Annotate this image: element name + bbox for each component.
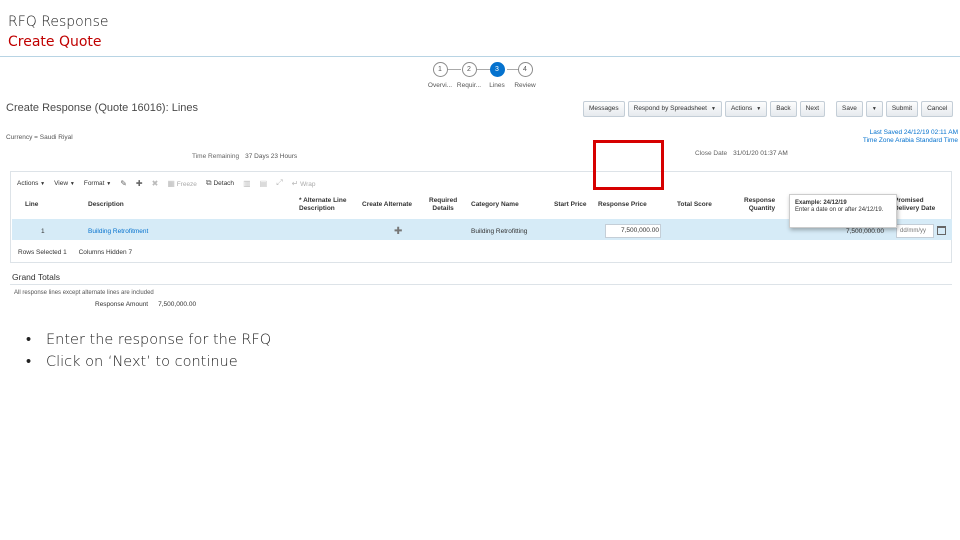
- last-saved-info: Last Saved 24/12/19 02:11 AM Time Zone A…: [863, 129, 958, 145]
- instruction-item: Enter the response for the RFQ: [26, 329, 271, 351]
- slide-title: RFQ Response: [8, 14, 109, 30]
- cell-description-link[interactable]: Building Retrofitment: [88, 228, 148, 235]
- cell-response-amount: 7,500,000.00: [846, 228, 884, 235]
- tooltip-title: Example: 24/12/19: [795, 200, 891, 207]
- view-menu[interactable]: View ▼: [54, 180, 75, 187]
- tooltip-body: Enter a date on or after 24/12/19.: [795, 207, 884, 213]
- calendar-icon[interactable]: [937, 226, 946, 235]
- detach-button[interactable]: ⧉ Detach: [206, 178, 234, 188]
- time-remaining-value: 37 Days 23 Hours: [245, 153, 298, 160]
- col-line: Line: [25, 201, 39, 208]
- messages-button[interactable]: Messages: [583, 101, 625, 117]
- edit-icon[interactable]: ✎: [120, 179, 127, 188]
- lines-table: Actions ▼ View ▼ Format ▼ ✎ ✚ ✖ ▦ Freeze…: [10, 171, 952, 263]
- respond-by-spreadsheet-label: Respond by Spreadsheet: [633, 105, 707, 112]
- chevron-down-icon: ▼: [40, 180, 46, 187]
- detach-icon: ⧉: [205, 178, 212, 187]
- col-alternate-line: * Alternate Line Description: [299, 197, 346, 213]
- divider: [10, 284, 952, 285]
- delete-icon[interactable]: ✖: [152, 179, 159, 188]
- col-promised-2: Delivery Date: [894, 205, 936, 212]
- create-alternate-icon[interactable]: ✚: [394, 226, 402, 237]
- response-amount-label: Response Amount: [95, 301, 149, 308]
- response-amount: Response Amount 7,500,000.00: [95, 301, 196, 308]
- col-alternate-line-2: Description: [299, 205, 335, 212]
- promised-date-input[interactable]: dd/mm/yy: [896, 224, 934, 238]
- cell-line: 1: [41, 228, 45, 235]
- wrap-button[interactable]: ↵ Wrap: [292, 179, 316, 188]
- col-response-qty-1: Response: [744, 197, 776, 204]
- actions-label: Actions: [730, 105, 753, 112]
- chevron-down-icon: ▼: [710, 106, 716, 112]
- instruction-list: Enter the response for the RFQ Click on …: [26, 329, 271, 373]
- date-tooltip: Example: 24/12/19 Enter a date on or aft…: [789, 194, 897, 228]
- col-required-details: Required Details: [429, 197, 457, 213]
- col-required-2: Details: [432, 205, 454, 212]
- rows-selected: Rows Selected 1: [18, 249, 67, 256]
- view-menu-label: View: [54, 179, 69, 187]
- save-menu-button[interactable]: ▼: [865, 101, 883, 117]
- cancel-button[interactable]: Cancel: [921, 101, 954, 117]
- tooltip-title-text: Example: 24/12/19: [795, 200, 847, 206]
- page-toolbar: Messages Respond by Spreadsheet ▼ Actions…: [583, 101, 954, 117]
- time-zone-text: Time Zone Arabia Standard Time: [862, 137, 958, 144]
- close-date-value: 31/01/20 01:37 AM: [733, 150, 788, 157]
- app-screenshot: Create Response (Quote 16016): Lines Mes…: [0, 57, 960, 317]
- last-saved-text: Last Saved 24/12/19 02:11 AM: [869, 129, 958, 136]
- format-menu-label: Format: [83, 179, 105, 187]
- response-amount-value: 7,500,000.00: [158, 301, 197, 308]
- column-icon[interactable]: ▥: [243, 179, 251, 188]
- col-category-name: Category Name: [471, 201, 519, 208]
- actions-button[interactable]: Actions ▼: [724, 101, 768, 117]
- chevron-down-icon: ▼: [69, 180, 75, 187]
- chevron-down-icon: ▼: [106, 180, 112, 187]
- col-response-price: Response Price: [598, 201, 647, 208]
- freeze-button[interactable]: ▦ Freeze: [167, 179, 197, 188]
- wrap-icon: ↵: [291, 178, 299, 188]
- time-remaining-label: Time Remaining: [192, 153, 240, 160]
- col-promised-1: Promised: [894, 197, 924, 204]
- chevron-down-icon: ▼: [871, 106, 877, 112]
- submit-button[interactable]: Submit: [885, 101, 919, 117]
- page-heading: Create Response (Quote 16016): Lines: [6, 102, 199, 114]
- wrap-label: Wrap: [300, 180, 316, 188]
- column-wrap-icon[interactable]: ▤: [260, 179, 268, 188]
- col-response-quantity: Response Quantity: [744, 197, 775, 213]
- format-menu[interactable]: Format ▼: [84, 180, 111, 187]
- cell-category: Building Retrofitting: [471, 228, 528, 235]
- freeze-icon: ▦: [167, 178, 175, 188]
- col-promised-delivery: Promised Delivery Date: [894, 197, 935, 213]
- chevron-down-icon: ▼: [756, 106, 762, 112]
- add-icon[interactable]: ✚: [136, 179, 143, 188]
- time-remaining: Time Remaining 37 Days 23 Hours: [192, 153, 297, 160]
- freeze-label: Freeze: [176, 180, 197, 188]
- slide-subtitle: Create Quote: [8, 34, 102, 50]
- table-actions-label: Actions: [17, 179, 39, 187]
- close-date-label: Close Date: [695, 150, 728, 157]
- resize-icon[interactable]: ⤢: [276, 178, 282, 188]
- response-price-input[interactable]: 7,500,000.00: [605, 224, 661, 238]
- col-required-1: Required: [429, 197, 458, 204]
- col-total-score: Total Score: [677, 201, 712, 208]
- table-status: Rows Selected 1 Columns Hidden 7: [18, 249, 132, 256]
- grand-totals-heading: Grand Totals: [12, 272, 61, 282]
- col-start-price: Start Price: [554, 201, 587, 208]
- grand-totals-note: All response lines except alternate line…: [14, 290, 154, 296]
- back-button[interactable]: Back: [770, 101, 797, 117]
- col-create-alternate: Create Alternate: [362, 201, 412, 208]
- col-response-qty-2: Quantity: [748, 205, 776, 212]
- instruction-item: Click on ‘Next’ to continue: [26, 351, 271, 373]
- next-button[interactable]: Next: [799, 101, 826, 117]
- columns-hidden: Columns Hidden 7: [78, 249, 133, 256]
- save-button[interactable]: Save: [836, 101, 863, 117]
- detach-label: Detach: [213, 180, 235, 187]
- currency-label: Currency = Saudi Riyal: [6, 134, 73, 141]
- close-date: Close Date 31/01/20 01:37 AM: [695, 150, 788, 157]
- response-price-highlight: [593, 140, 664, 190]
- col-alternate-line-1: * Alternate Line: [299, 197, 347, 204]
- table-toolbar: Actions ▼ View ▼ Format ▼ ✎ ✚ ✖ ▦ Freeze…: [17, 178, 316, 188]
- respond-by-spreadsheet-button[interactable]: Respond by Spreadsheet ▼: [627, 101, 722, 117]
- table-actions-menu[interactable]: Actions ▼: [17, 180, 45, 187]
- col-description: Description: [88, 201, 124, 208]
